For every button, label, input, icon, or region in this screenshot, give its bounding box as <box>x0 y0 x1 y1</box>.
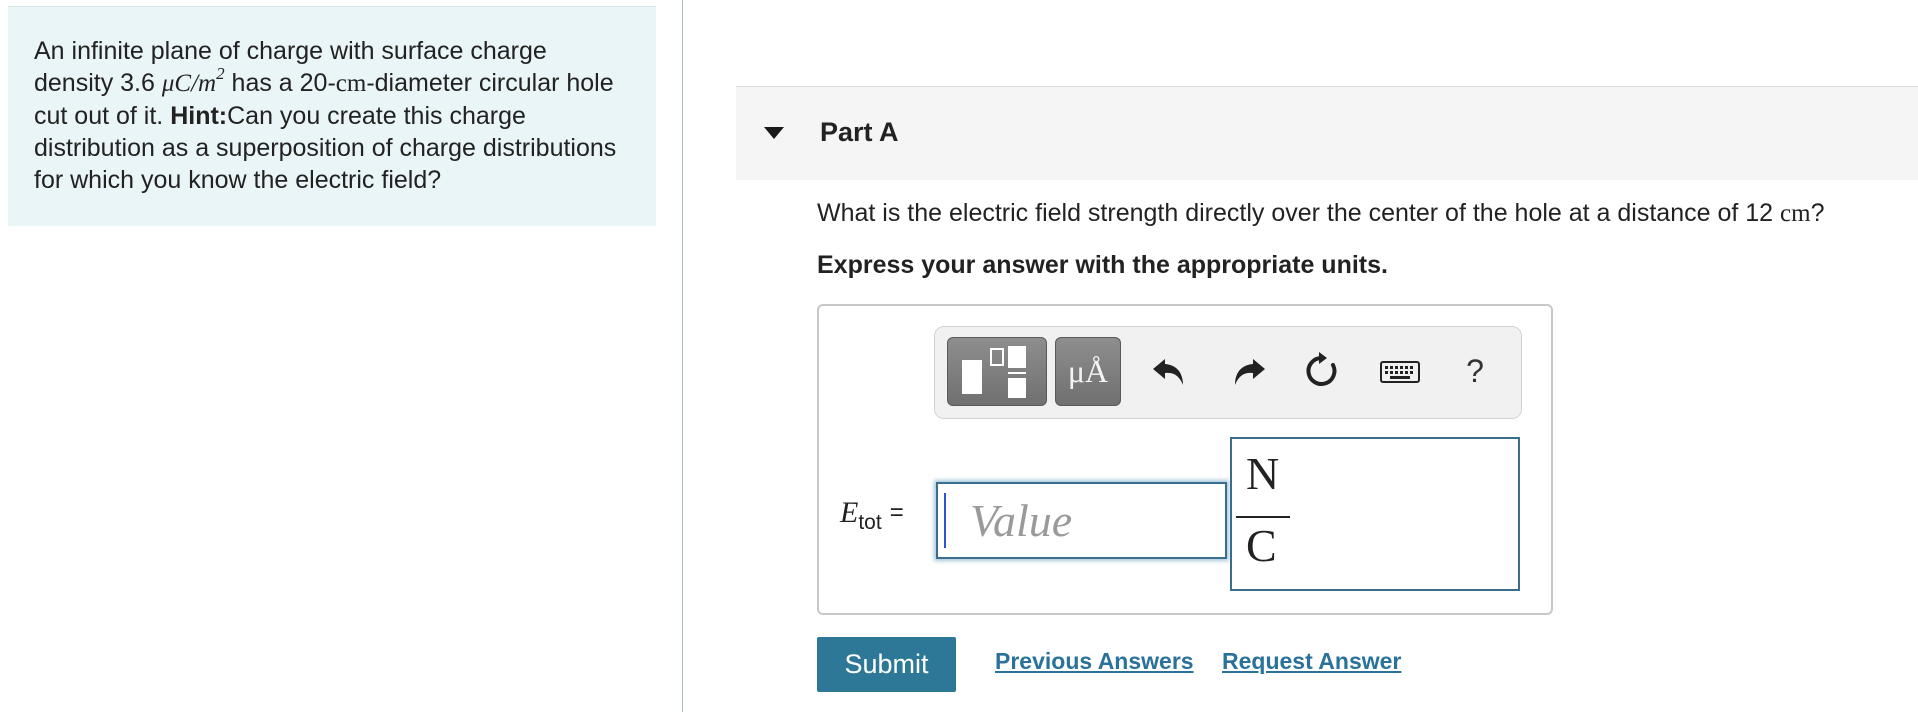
fraction-bar <box>1236 516 1290 518</box>
diameter-unit: cm <box>335 70 367 97</box>
part-title: Part A <box>820 117 899 147</box>
redo-icon[interactable] <box>1225 349 1269 393</box>
reset-icon[interactable] <box>1301 349 1345 393</box>
math-toolbar: μÅ ? <box>934 326 1522 419</box>
previous-answers-link[interactable]: Previous Answers <box>995 648 1194 675</box>
units-input[interactable]: N C <box>1230 437 1520 591</box>
answer-instruction: Express your answer with the appropriate… <box>817 251 1388 279</box>
problem-text: An infinite plane of charge with surface… <box>34 35 630 196</box>
question-text: What is the electric field strength dire… <box>817 199 1825 227</box>
text-caret <box>944 493 946 548</box>
value-input[interactable] <box>936 482 1227 559</box>
charge-density-unit: μC/m2 <box>161 64 225 97</box>
keyboard-icon[interactable] <box>1378 349 1422 393</box>
column-divider <box>682 0 683 712</box>
collapse-triangle-icon[interactable] <box>764 127 784 139</box>
question-unit: cm <box>1780 200 1811 227</box>
problem-text-part: has a 20- <box>224 69 336 97</box>
unit-denominator: C <box>1246 520 1277 571</box>
variable-label: Etot = <box>840 496 904 534</box>
request-answer-link[interactable]: Request Answer <box>1222 648 1401 675</box>
unit-numerator: N <box>1246 448 1280 499</box>
units-button[interactable]: μÅ <box>1055 337 1121 406</box>
part-header[interactable]: Part A <box>736 86 1918 180</box>
problem-statement-panel: An infinite plane of charge with surface… <box>8 6 656 226</box>
submit-button[interactable]: Submit <box>817 637 956 692</box>
undo-icon[interactable] <box>1149 349 1193 393</box>
hint-label: Hint: <box>170 102 228 130</box>
templates-button[interactable] <box>947 337 1047 406</box>
help-icon[interactable]: ? <box>1453 349 1497 393</box>
